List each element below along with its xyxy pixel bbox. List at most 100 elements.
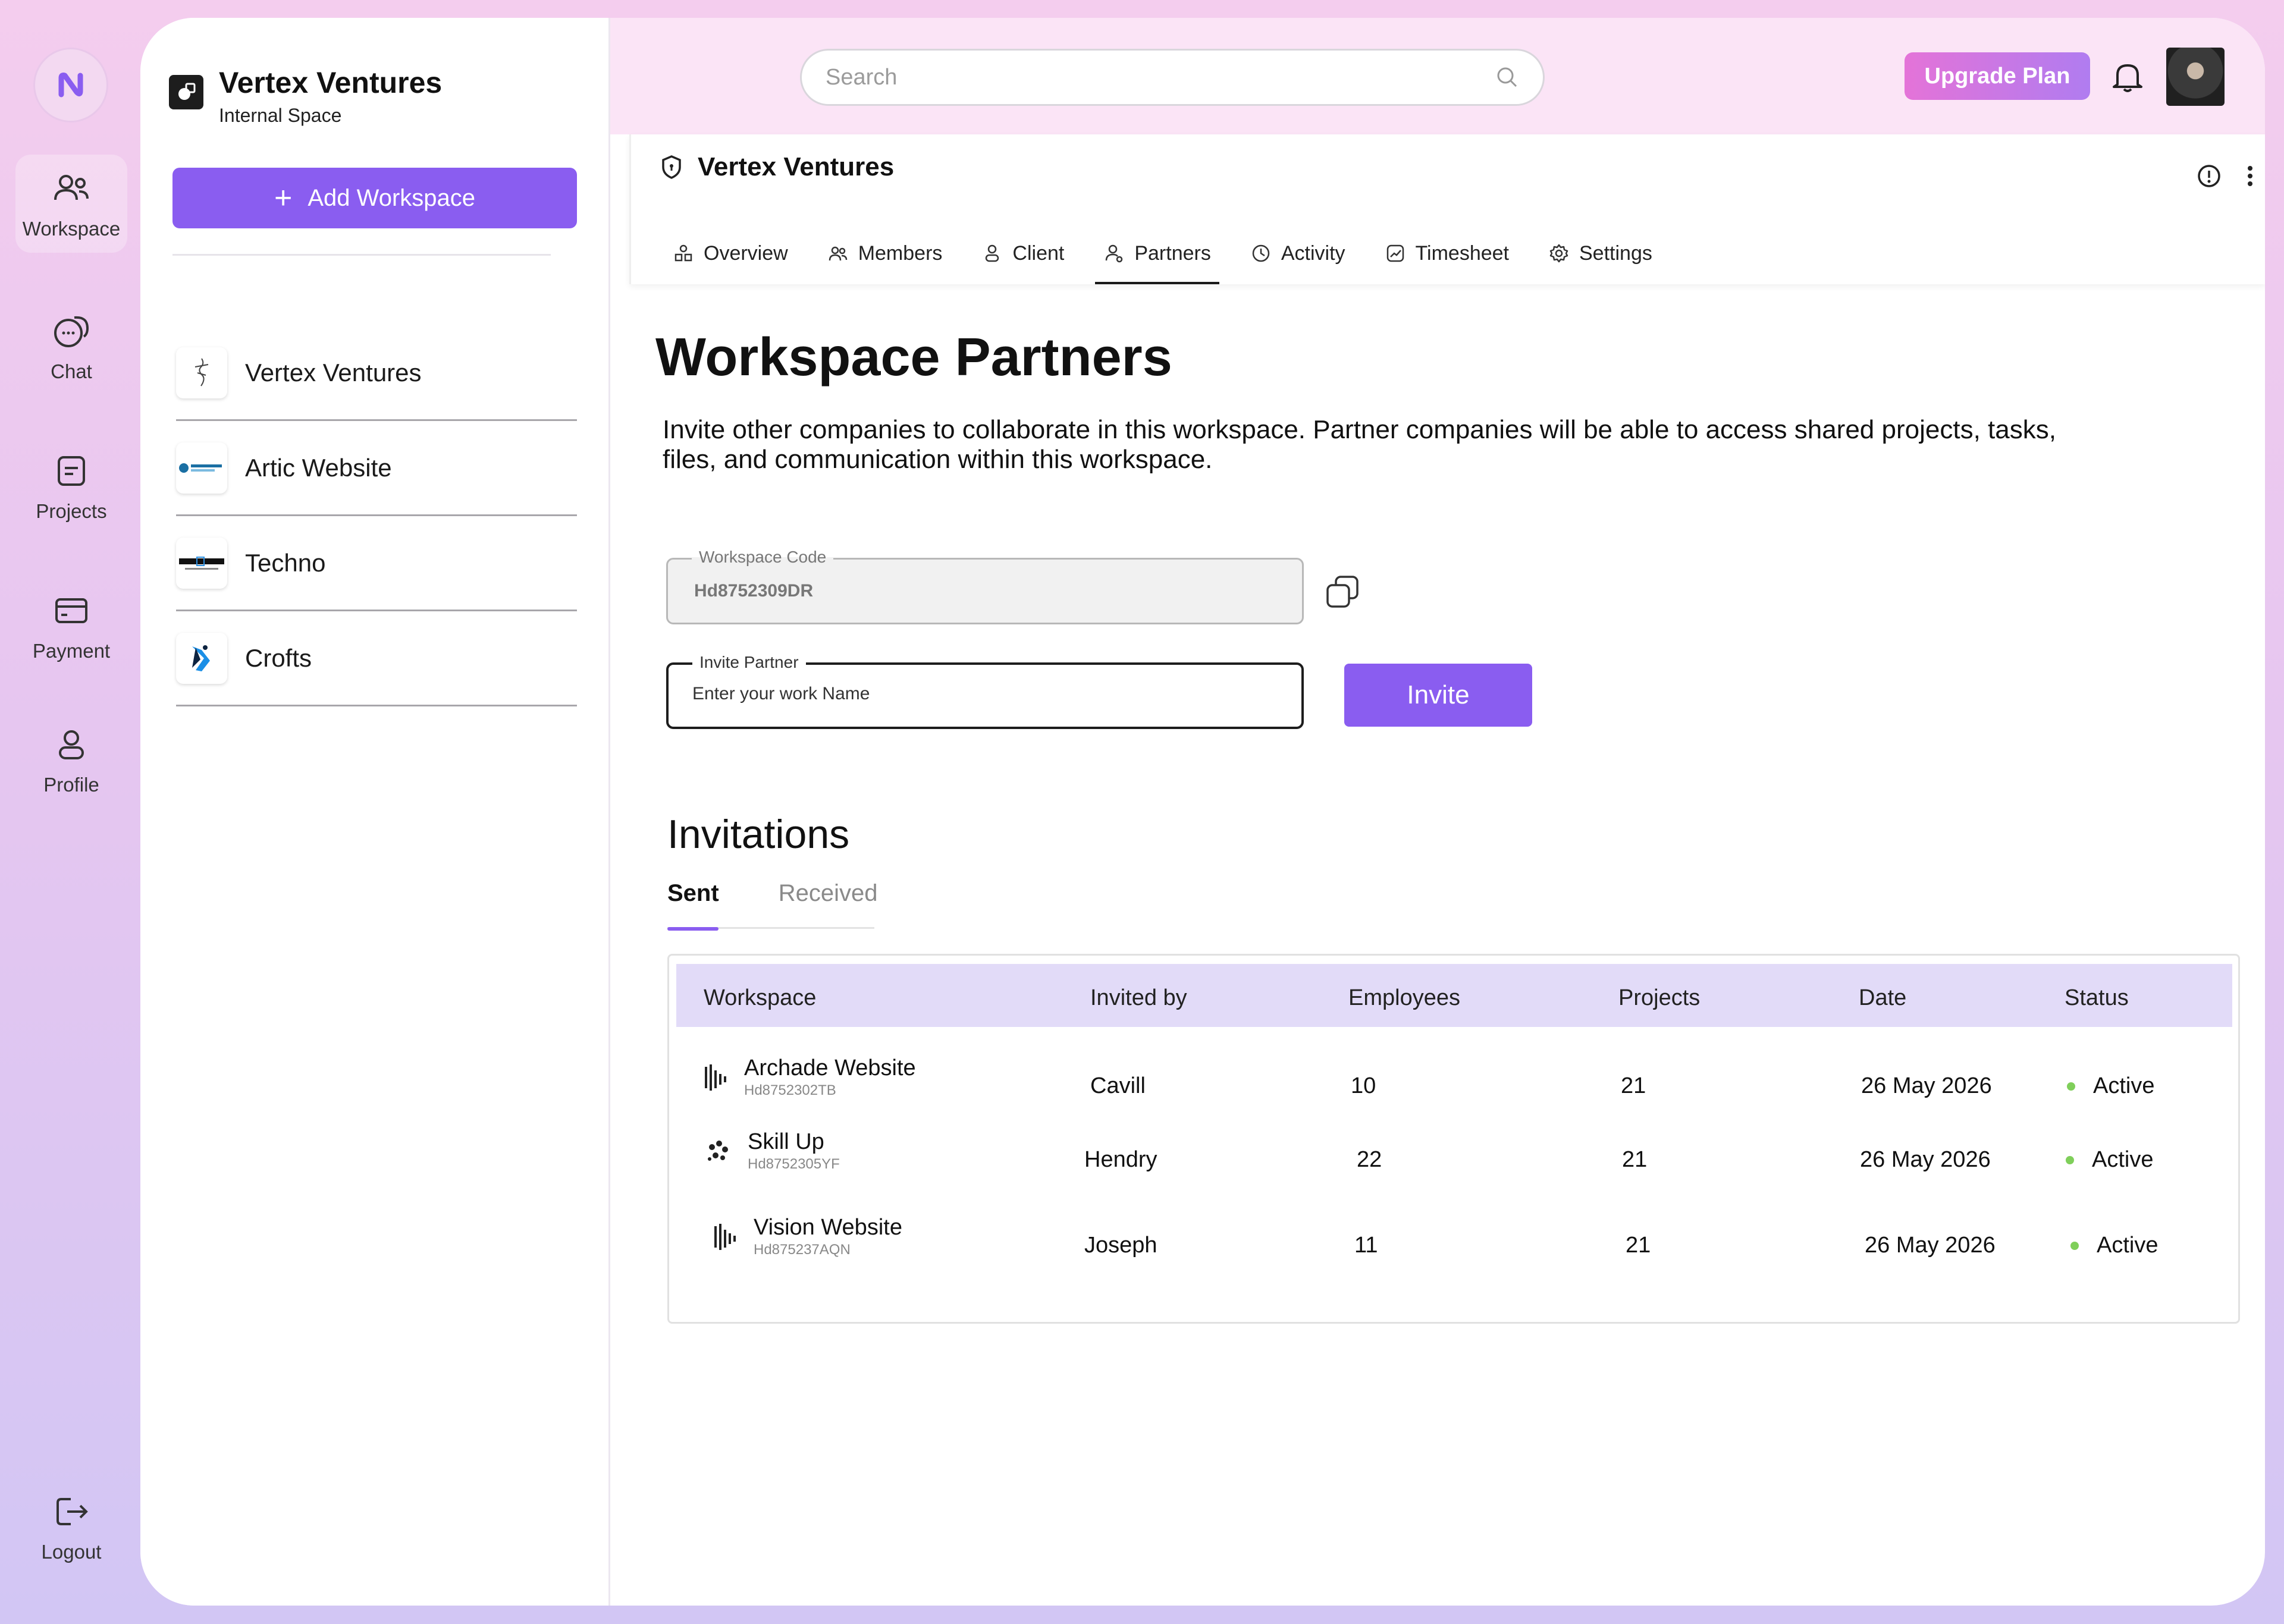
invitations-table: Workspace Invited by Employees Projects … [667,954,2240,1324]
search-bar[interactable] [800,49,1545,106]
tab-members[interactable]: Members [819,222,951,284]
date-cell: 26 May 2026 [1865,1233,1996,1258]
tab-label: Activity [1281,241,1345,265]
rail-item-label: Payment [32,639,111,662]
tab-label: Partners [1134,241,1211,265]
users-icon [829,246,847,261]
status-label: Active [2097,1233,2158,1258]
tab-timesheet[interactable]: Timesheet [1376,222,1517,284]
page-title: Workspace Partners [655,328,1172,387]
main-window: Vertex Ventures Internal Space + Add Wor… [140,18,2265,1606]
tab-partners[interactable]: Partners [1095,222,1219,284]
tab-label: Settings [1579,241,1652,265]
tab-settings[interactable]: Settings [1540,222,1661,284]
date-cell: 26 May 2026 [1860,1147,1991,1172]
status-badge: Active [2066,1147,2153,1173]
dots-cluster-icon [708,1140,728,1161]
workspace-name: Archade Website [744,1056,916,1080]
rail-item-projects[interactable]: Projects [15,437,127,535]
workspace-item-label: Techno [245,548,326,577]
workspace-code: Hd8752302TB [744,1082,836,1098]
rail-item-workspace[interactable]: Workspace [15,155,127,253]
employees-cell: 22 [1357,1147,1382,1172]
workspace-logo-icon [169,75,203,109]
users-icon [54,174,89,200]
person-icon [986,244,999,262]
workspace-name: Vision Website [754,1215,902,1240]
status-dot-icon [2066,1155,2074,1164]
tab-client[interactable]: Client [973,222,1072,284]
table-row[interactable]: Vision Website Hd875237AQN Joseph 11 21 … [669,1215,2239,1286]
workspace-code: Hd8752305YF [748,1156,840,1172]
workspace-name: Skill Up [748,1129,824,1154]
search-input[interactable] [826,64,1420,90]
invitations-tabs: Sent Received [667,880,877,931]
column-header-status: Status [2065,985,2129,1010]
rail-item-chat[interactable]: Chat [15,297,127,395]
date-cell: 26 May 2026 [1861,1073,1992,1098]
invite-partner-label: Invite Partner [692,653,806,672]
invited-by-cell: Hendry [1084,1147,1157,1172]
table-header: Workspace Invited by Employees Projects … [676,964,2232,1027]
workspace-subtitle: Internal Space [219,105,342,126]
tab-overview[interactable]: Overview [664,222,796,284]
logout-button[interactable]: Logout [15,1478,127,1576]
workspace-code-label: Workspace Code [692,548,834,567]
rail-item-label: Projects [36,500,107,522]
workspace-title: Vertex Ventures [219,66,443,99]
workspace-item-label: Artic Website [245,453,392,482]
workspace-item-label: Vertex Ventures [245,358,422,387]
rail-item-profile[interactable]: Profile [15,711,127,809]
workspace-item-label: Crofts [245,643,312,672]
artic-website-logo-icon [176,442,227,494]
workspace-item-vertex-ventures[interactable]: Vertex Ventures [176,326,577,421]
invitations-title: Invitations [667,812,850,857]
soundwave-icon [705,1064,726,1091]
tab-label: Timesheet [1415,241,1509,265]
status-label: Active [2093,1073,2155,1098]
app-logo[interactable] [35,49,106,121]
invite-partner-input[interactable] [692,684,1275,704]
nav-rail: Workspace Chat Projects Payment Profile … [0,0,142,1624]
workspace-panel: Vertex Ventures Internal Space + Add Wor… [140,18,610,1606]
status-badge: Active [2070,1233,2158,1258]
table-row[interactable]: Archade Website Hd8752302TB Cavill 10 21… [669,1056,2239,1127]
workspace-item-artic-website[interactable]: Artic Website [176,421,577,516]
logout-label: Logout [41,1540,102,1563]
tab-sent[interactable]: Sent [667,880,719,931]
document-icon [58,456,85,486]
add-workspace-button[interactable]: + Add Workspace [172,168,577,228]
tab-activity[interactable]: Activity [1242,222,1354,284]
workspace-card-header: Vertex Ventures [660,152,894,182]
tab-received[interactable]: Received [779,880,878,929]
workspace-code-field[interactable]: Workspace Code Hd8752309DR [666,548,1304,624]
table-row[interactable]: Skill Up Hd8752305YF Hendry 22 21 26 May… [669,1129,2239,1201]
invite-partner-field[interactable]: Invite Partner [666,653,1304,729]
invite-button[interactable]: Invite [1344,664,1532,727]
status-badge: Active [2067,1073,2154,1099]
chat-bubbles-icon [54,316,89,347]
soundwave-icon [714,1223,736,1250]
employees-cell: 11 [1354,1233,1378,1258]
workspace-item-techno[interactable]: Techno [176,516,577,611]
upgrade-plan-button[interactable]: Upgrade Plan [1905,52,2090,100]
clock-icon [1252,244,1270,262]
workspace-cell: Vision Website Hd875237AQN [713,1215,902,1258]
bell-icon[interactable] [2108,57,2147,96]
shield-icon [662,155,681,179]
more-vertical-icon[interactable] [2246,163,2254,189]
projects-cell: 21 [1626,1233,1651,1258]
workspace-item-crofts[interactable]: Crofts [176,611,577,706]
rail-item-label: Chat [51,360,92,382]
avatar[interactable] [2166,48,2225,106]
column-header-projects: Projects [1618,985,1701,1010]
tab-label: Client [1012,241,1065,265]
copy-icon[interactable] [1324,573,1361,610]
plus-icon: + [274,181,293,215]
tab-label: Members [858,241,943,265]
partners-icon [1106,244,1123,263]
search-icon [1497,67,1517,87]
rail-item-payment[interactable]: Payment [15,577,127,675]
info-icon[interactable] [2196,163,2222,189]
status-dot-icon [2070,1241,2079,1250]
